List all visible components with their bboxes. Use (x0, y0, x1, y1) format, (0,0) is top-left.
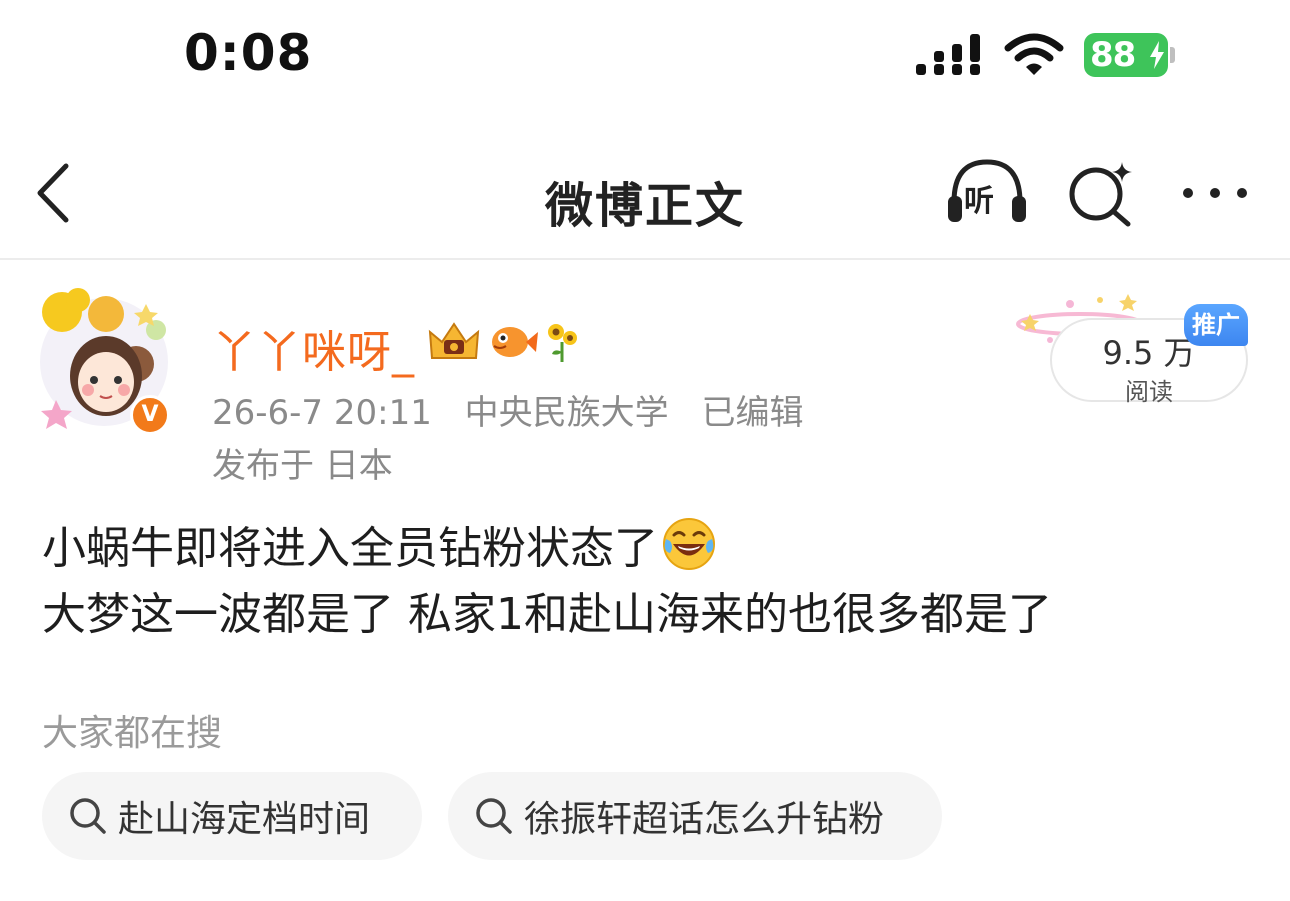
battery-charging-icon: 88 (1084, 33, 1175, 77)
post-text-line-2: 大梦这一波都是了 私家1和赴山海来的也很多都是了 (42, 589, 1052, 640)
vip-crown-icon[interactable] (426, 318, 482, 364)
nav-divider (0, 258, 1290, 260)
wifi-icon (1004, 33, 1064, 75)
read-count-label: 阅读 (1125, 378, 1173, 406)
search-chip[interactable]: 徐振轩超话怎么升钻粉 (448, 772, 942, 860)
search-chip-label: 赴山海定档时间 (118, 799, 371, 840)
cellular-signal-icon (916, 34, 980, 75)
post-location: 发布于 日本 (212, 446, 393, 486)
status-time: 0:08 (184, 24, 313, 82)
promo-tag[interactable]: 推广 (1184, 304, 1248, 346)
post-source[interactable]: 中央民族大学 (465, 393, 669, 433)
post-content-line-1: 小蜗牛即将进入全员钻粉状态了 (42, 516, 1262, 582)
post-text-line-1: 小蜗牛即将进入全员钻粉状态了 (42, 523, 658, 574)
search-chip[interactable]: 赴山海定档时间 (42, 772, 422, 860)
verified-badge: V (130, 395, 170, 435)
post-content: 小蜗牛即将进入全员钻粉状态了 大梦这一波都是了 私家1和赴山海来的也很多都是了 (42, 516, 1262, 648)
charging-bolt-icon (1150, 41, 1164, 69)
post-meta: 26-6-7 20:11 中央民族大学 已编辑 (212, 385, 803, 434)
search-icon (70, 798, 106, 834)
sunflower-badge-icon[interactable] (544, 320, 580, 362)
search-sparkle-icon[interactable] (1066, 158, 1136, 228)
listen-button[interactable]: 听 (942, 156, 1032, 226)
username[interactable]: 丫丫咪呀_ (212, 316, 415, 380)
laughing-tears-emoji-icon (663, 518, 715, 570)
search-chip-label: 徐振轩超话怎么升钻粉 (524, 799, 885, 840)
more-dots-icon[interactable] (1180, 178, 1250, 208)
listen-label: 听 (964, 184, 994, 219)
post-edited-label[interactable]: 已编辑 (701, 393, 803, 433)
post-timestamp: 26-6-7 20:11 (212, 393, 432, 433)
fish-badge-icon[interactable] (488, 320, 538, 362)
search-icon (476, 798, 512, 834)
battery-tip (1170, 47, 1175, 63)
battery-level: 88 (1090, 35, 1136, 75)
trending-search-title: 大家都在搜 (42, 713, 223, 754)
